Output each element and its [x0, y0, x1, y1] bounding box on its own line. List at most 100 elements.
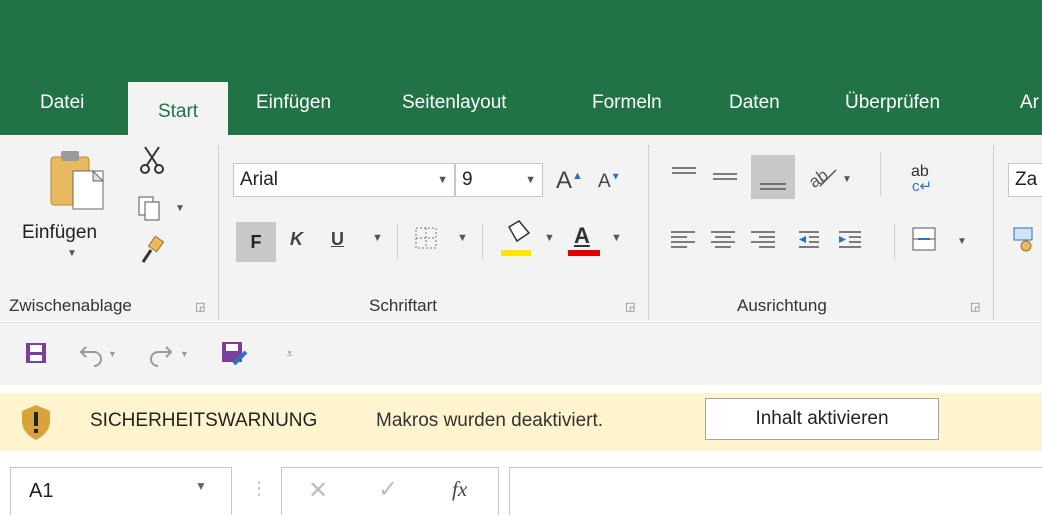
group-divider — [648, 145, 649, 320]
paste-button[interactable] — [45, 147, 115, 217]
svg-text:▼: ▼ — [108, 349, 117, 359]
undo-button[interactable]: ▼ — [78, 339, 128, 367]
text-orientation-icon: ab ▼ — [805, 165, 852, 191]
paste-dropdown-icon[interactable]: ▼ — [67, 248, 77, 259]
tab-start-label: Start — [157, 101, 199, 122]
divider — [880, 152, 881, 196]
caret-down-icon: ▼ — [610, 171, 621, 183]
insert-function-icon[interactable]: fx — [452, 477, 467, 502]
font-group-label: Schriftart — [369, 296, 438, 315]
tab-formeln[interactable]: Formeln — [592, 92, 662, 114]
orientation-button[interactable]: ab ▼ — [805, 162, 856, 192]
divider — [397, 224, 398, 260]
clipboard-group-label: Zwischenablage — [9, 296, 132, 315]
group-divider — [218, 145, 219, 320]
redo-icon: ▼ — [150, 346, 189, 367]
align-top-icon — [672, 167, 696, 174]
tab-ueberpruefen[interactable]: Überprüfen — [845, 92, 940, 114]
clipboard-launcher-icon[interactable]: ◲ — [195, 300, 205, 313]
align-middle-icon — [713, 173, 737, 180]
divider — [482, 224, 483, 260]
font-name-value: Arial — [240, 169, 279, 190]
horizontal-alignment-group — [669, 226, 869, 256]
chevron-down-icon: ▼ — [525, 174, 536, 186]
tab-einfuegen[interactable]: Einfügen — [256, 92, 331, 114]
font-color-bar-icon — [568, 250, 600, 256]
align-top-button[interactable] — [670, 162, 700, 188]
resize-grip-icon[interactable]: ⋮ — [250, 478, 268, 499]
confirm-icon[interactable]: ✓ — [378, 475, 398, 504]
number-format-value: Za — [1015, 169, 1038, 190]
format-painter-button[interactable] — [137, 235, 167, 266]
currency-button[interactable] — [1012, 224, 1040, 254]
formula-input[interactable] — [509, 467, 1042, 515]
italic-button[interactable]: K — [290, 229, 303, 250]
group-divider — [993, 145, 994, 320]
undo-icon: ▼ — [79, 346, 117, 367]
font-size-value: 9 — [462, 169, 473, 190]
wrap-text-button[interactable]: ab c↵ — [911, 163, 941, 197]
svg-text:▼: ▼ — [957, 236, 967, 247]
font-launcher-icon[interactable]: ◲ — [625, 300, 635, 313]
save-as-button[interactable] — [220, 340, 250, 368]
font-name-combo[interactable]: Arial ▼ — [233, 163, 455, 197]
align-bottom-button[interactable] — [751, 155, 795, 199]
cancel-icon[interactable]: ✕ — [308, 476, 328, 505]
font-color-button[interactable]: A — [566, 219, 606, 261]
decrease-font-size-button[interactable]: A▼ — [598, 171, 621, 193]
increase-font-size-label: A — [556, 167, 573, 194]
copy-button[interactable]: ▼ — [137, 195, 187, 221]
borders-icon — [415, 227, 437, 249]
alignment-launcher-icon[interactable]: ◲ — [970, 300, 980, 313]
warning-shield-icon — [20, 403, 52, 441]
paintbrush-icon — [141, 235, 165, 263]
save-button[interactable] — [24, 341, 50, 367]
name-box-dropdown-icon[interactable]: ▼ — [195, 479, 207, 493]
tab-ansicht-partial[interactable]: Ar — [1020, 92, 1039, 114]
caret-up-icon: ▲ — [572, 170, 583, 182]
save-as-icon — [222, 342, 248, 366]
divider — [894, 224, 895, 260]
fill-color-button[interactable] — [499, 219, 539, 261]
font-size-combo[interactable]: 9 ▼ — [455, 163, 543, 197]
svg-text:▼: ▼ — [842, 174, 852, 185]
font-color-dropdown-icon[interactable]: ▼ — [611, 232, 622, 244]
tab-seitenlayout[interactable]: Seitenlayout — [402, 92, 507, 114]
redo-button[interactable]: ▼ — [148, 339, 198, 367]
warning-title: SICHERHEITSWARNUNG — [90, 410, 318, 431]
align-middle-button[interactable] — [711, 162, 741, 188]
tab-daten[interactable]: Daten — [729, 92, 780, 114]
cut-button[interactable] — [137, 145, 167, 175]
formula-buttons: ✕ ✓ fx — [281, 467, 499, 515]
underline-button[interactable]: U — [331, 229, 344, 250]
number-format-combo[interactable]: Za — [1008, 163, 1042, 197]
tab-start[interactable]: Start — [128, 82, 228, 138]
paste-label[interactable]: Einfügen — [22, 222, 97, 244]
svg-text:▼: ▼ — [180, 349, 189, 359]
wrap-arrow-icon: c↵ — [912, 178, 933, 195]
increase-font-size-button[interactable]: A▲ — [556, 167, 583, 195]
chevron-down-icon: ▼ — [437, 174, 448, 186]
decrease-font-size-label: A — [598, 171, 611, 192]
enable-content-button[interactable]: Inhalt aktivieren — [705, 398, 939, 440]
merge-cells-icon: ▼ — [912, 227, 967, 251]
borders-dropdown-icon[interactable]: ▼ — [457, 232, 468, 244]
bold-button[interactable]: F — [236, 222, 276, 262]
scissors-icon — [140, 146, 164, 174]
save-icon — [26, 343, 46, 363]
underline-dropdown-icon[interactable]: ▼ — [372, 232, 383, 244]
fill-color-dropdown-icon[interactable]: ▼ — [544, 232, 555, 244]
tab-datei[interactable]: Datei — [40, 92, 84, 114]
alignment-icons — [671, 231, 861, 248]
paste-icon — [50, 151, 105, 210]
title-bar — [0, 0, 1042, 80]
currency-icon — [1013, 227, 1033, 252]
align-bottom-icon — [760, 183, 786, 190]
borders-button[interactable] — [414, 224, 440, 254]
copy-icon: ▼ — [138, 196, 185, 221]
warning-message: Makros wurden deaktiviert. — [376, 410, 604, 431]
customize-qat-icon[interactable]: ⩡ — [286, 346, 293, 362]
merge-center-button[interactable]: ▼ — [911, 224, 971, 258]
paint-bucket-icon — [501, 220, 531, 256]
svg-text:▼: ▼ — [175, 203, 185, 214]
